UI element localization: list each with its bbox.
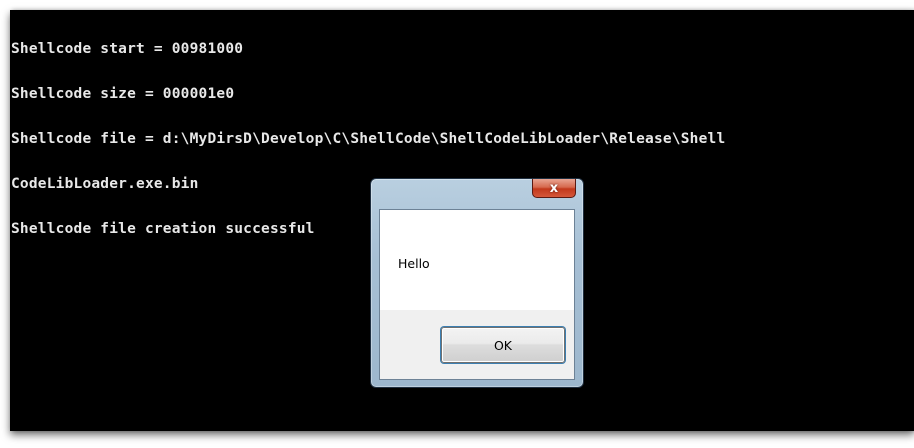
message-box-dialog: x Hello OK	[370, 178, 584, 388]
console-window[interactable]: Shellcode start = 00981000 Shellcode siz…	[10, 10, 914, 431]
screenshot: Shellcode start = 00981000 Shellcode siz…	[0, 0, 914, 448]
console-line: Shellcode file creation successful	[11, 221, 315, 237]
console-line: CodeLibLoader.exe.bin	[11, 176, 199, 192]
console-line: Shellcode start = 00981000	[11, 41, 244, 57]
close-button[interactable]: x	[532, 179, 576, 198]
dialog-body: Hello OK	[379, 209, 575, 380]
dialog-message: Hello	[398, 256, 430, 271]
console-output: Shellcode start = 00981000 Shellcode siz…	[11, 12, 725, 267]
ok-button[interactable]: OK	[441, 327, 565, 363]
dialog-content-area: Hello	[380, 210, 574, 310]
close-icon: x	[549, 180, 559, 196]
console-line: Shellcode file = d:\MyDirsD\Develop\C\Sh…	[11, 131, 726, 147]
console-line: Shellcode size = 000001e0	[11, 86, 235, 102]
